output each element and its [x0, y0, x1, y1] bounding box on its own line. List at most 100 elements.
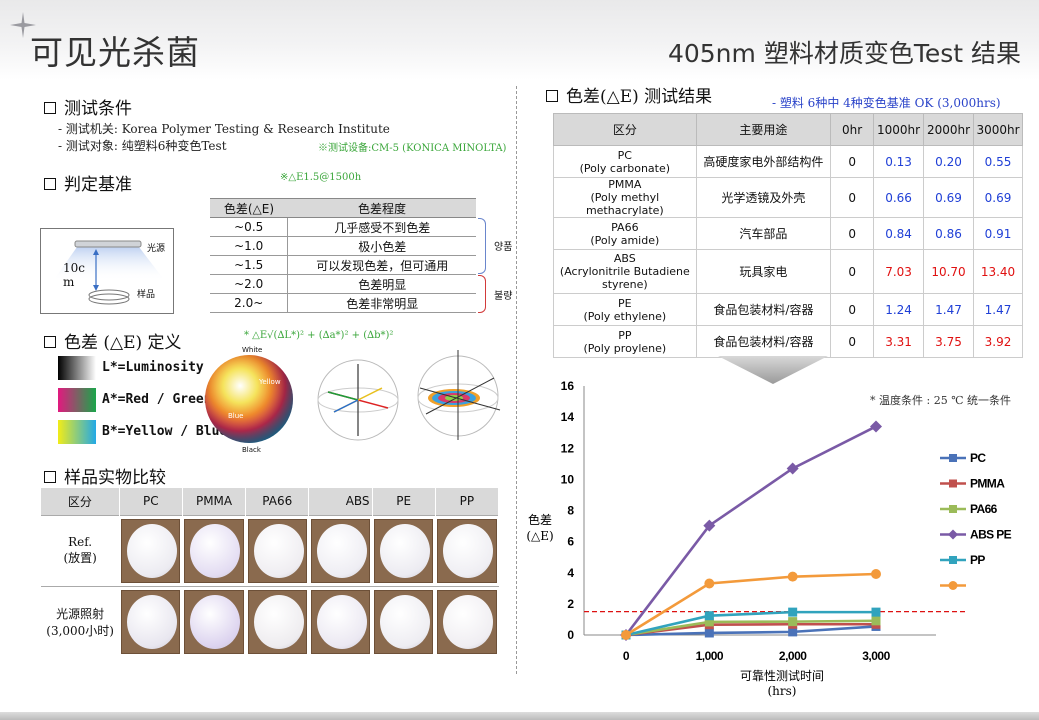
results-col: 主要用途 — [695, 113, 832, 146]
table-row: 2.0~ 色差非常明显 — [210, 293, 476, 313]
table-row: PMMA (Poly methyl methacrylate) 光学透镜及外壳 0 0.… — [553, 177, 1024, 218]
checkbox-icon — [44, 178, 56, 190]
swatch-label: A*=Red / Green — [102, 392, 212, 407]
y-tick-label: 6 — [567, 535, 574, 549]
x-axis-title: (hrs) — [768, 684, 797, 698]
samples-col: PC — [119, 488, 183, 515]
x-tick-label: 1,000 — [696, 649, 724, 663]
test-setup-diagram: 光源 10cm 样品 — [40, 228, 174, 314]
good-label: 양품 — [494, 242, 513, 253]
material-use: 食品包装材料/容器 — [695, 293, 832, 326]
data-point — [704, 578, 715, 589]
criteria-note: ※△E1.5@1500h — [280, 172, 362, 183]
checkbox-icon — [44, 102, 56, 114]
delta-e-value: 0.69 — [923, 177, 974, 218]
samples-col: PA66 — [245, 488, 310, 515]
table-cell: ~2.0 — [210, 274, 289, 294]
table-row: ~2.0 色差明显 — [210, 274, 476, 294]
bad-label: 불량 — [494, 291, 513, 302]
sphere-white-label: White — [242, 346, 263, 354]
page-subtitle: 405nm 塑料材质变色Test 结果 — [667, 39, 1021, 68]
color-def-heading: 色差 (△E) 定义 — [44, 328, 182, 353]
data-point — [704, 611, 714, 621]
legend-marker — [948, 581, 958, 590]
table-cell: 色差非常明显 — [287, 293, 476, 313]
sample-photo — [182, 514, 246, 586]
chart-annotation: * 温度条件 : 25 ℃ 统一条件 — [870, 393, 1011, 407]
delta-e-value: 0.86 — [923, 217, 974, 250]
x-axis-title: 可靠性测试时间 — [740, 668, 824, 683]
sample-photo — [245, 514, 309, 586]
sample-photo — [435, 514, 499, 586]
delta-e-value: 0.55 — [972, 145, 1024, 178]
criteria-heading: 判定基准 — [44, 170, 132, 195]
data-point — [788, 607, 798, 617]
lab-axes-diagram — [317, 359, 399, 441]
table-cell: ~0.5 — [210, 217, 289, 237]
data-point — [621, 630, 631, 640]
legend-label: PP — [970, 553, 985, 567]
criteria-table: 色差(△E) 色差程度 ~0.5 几乎感受不到色差 ~1.0 极小色差 ~1.5 可以… — [210, 198, 476, 313]
results-col: 区分 — [553, 113, 697, 146]
samples-table: 区分 PC PMMA PA66 ABS PE PP Ref. (放置) 光源照射(… — [41, 488, 500, 657]
delta-e-value: 3.31 — [873, 325, 925, 358]
delta-e-value: 7.03 — [873, 249, 925, 294]
delta-e-value: 3.75 — [923, 325, 974, 358]
checkbox-icon — [44, 336, 56, 348]
material-name: PE (Poly ethylene) — [553, 293, 697, 326]
bad-brace — [478, 275, 486, 313]
luminosity-swatch-icon — [58, 356, 96, 380]
material-name: PA66 (Poly amide) — [553, 217, 697, 250]
page-title: 可见光杀菌 — [30, 33, 200, 72]
delta-e-value: 1.24 — [873, 293, 925, 326]
y-tick-label: 12 — [561, 441, 575, 455]
series-line — [624, 425, 877, 636]
material-use: 汽车部品 — [695, 217, 832, 250]
table-cell: 极小色差 — [287, 236, 476, 256]
data-point — [870, 420, 882, 433]
samples-heading: 样品实物比较 — [44, 463, 166, 488]
material-use: 光学透镜及外壳 — [695, 177, 832, 218]
conditions-agency: - 测试机关: Korea Polymer Testing & Research… — [58, 122, 390, 136]
legend-marker — [949, 479, 957, 488]
y-tick-label: 10 — [561, 472, 575, 486]
table-row: PP (Poly proylene) 食品包装材料/容器 0 3.31 3.75 3.92 — [553, 325, 1024, 358]
table-cell: 可以发现色差，但可通用 — [287, 255, 476, 275]
delta-e-value: 0 — [830, 145, 875, 178]
criteria-col-degree: 色差程度 — [287, 198, 476, 218]
equipment-note: ※测试设备:CM-5 (KONICA MINOLTA) — [318, 143, 507, 154]
sample-photo — [308, 585, 373, 657]
delta-e-value: 3.92 — [972, 325, 1024, 358]
footer-bar — [0, 712, 1039, 720]
legend-label: ABS PE — [970, 528, 1012, 542]
sphere-yellow-label: Yellow — [259, 378, 281, 386]
delta-e-value: 0.91 — [972, 217, 1024, 250]
criteria-col-de: 色差(△E) — [210, 198, 288, 218]
results-heading: 色差(△E) 测试结果 — [546, 82, 712, 107]
results-col: 0hr — [830, 113, 875, 146]
y-tick-label: 14 — [561, 410, 575, 424]
samples-row-ref: Ref. (放置) — [41, 514, 499, 586]
delta-e-value: 0.69 — [972, 177, 1024, 218]
table-cell: ~1.0 — [210, 236, 289, 256]
checkbox-icon — [44, 471, 56, 483]
sample-photo — [119, 585, 183, 657]
delta-e-value: 0.20 — [923, 145, 974, 178]
delta-e-value: 0 — [830, 293, 875, 326]
material-use: 食品包装材料/容器 — [695, 325, 832, 358]
table-row: ~1.0 极小色差 — [210, 236, 476, 256]
delta-e-value: 13.40 — [972, 249, 1024, 294]
samples-col: PE — [372, 488, 436, 515]
legend-label: PMMA — [970, 477, 1005, 491]
sample-photo — [119, 514, 183, 586]
y-axis-title: (△E) — [526, 529, 553, 543]
sample-photo — [435, 585, 499, 657]
color-space-diagram — [417, 350, 501, 440]
header-bar: 可见光杀菌 405nm 塑料材质变色Test 结果 — [0, 0, 1039, 80]
table-cell: ~1.5 — [210, 255, 289, 275]
delta-e-value: 0 — [830, 217, 875, 250]
samples-col: ABS — [308, 488, 373, 515]
legend-marker — [949, 556, 957, 564]
delta-e-value: 1.47 — [972, 293, 1024, 326]
delta-e-value: 0 — [830, 325, 875, 358]
